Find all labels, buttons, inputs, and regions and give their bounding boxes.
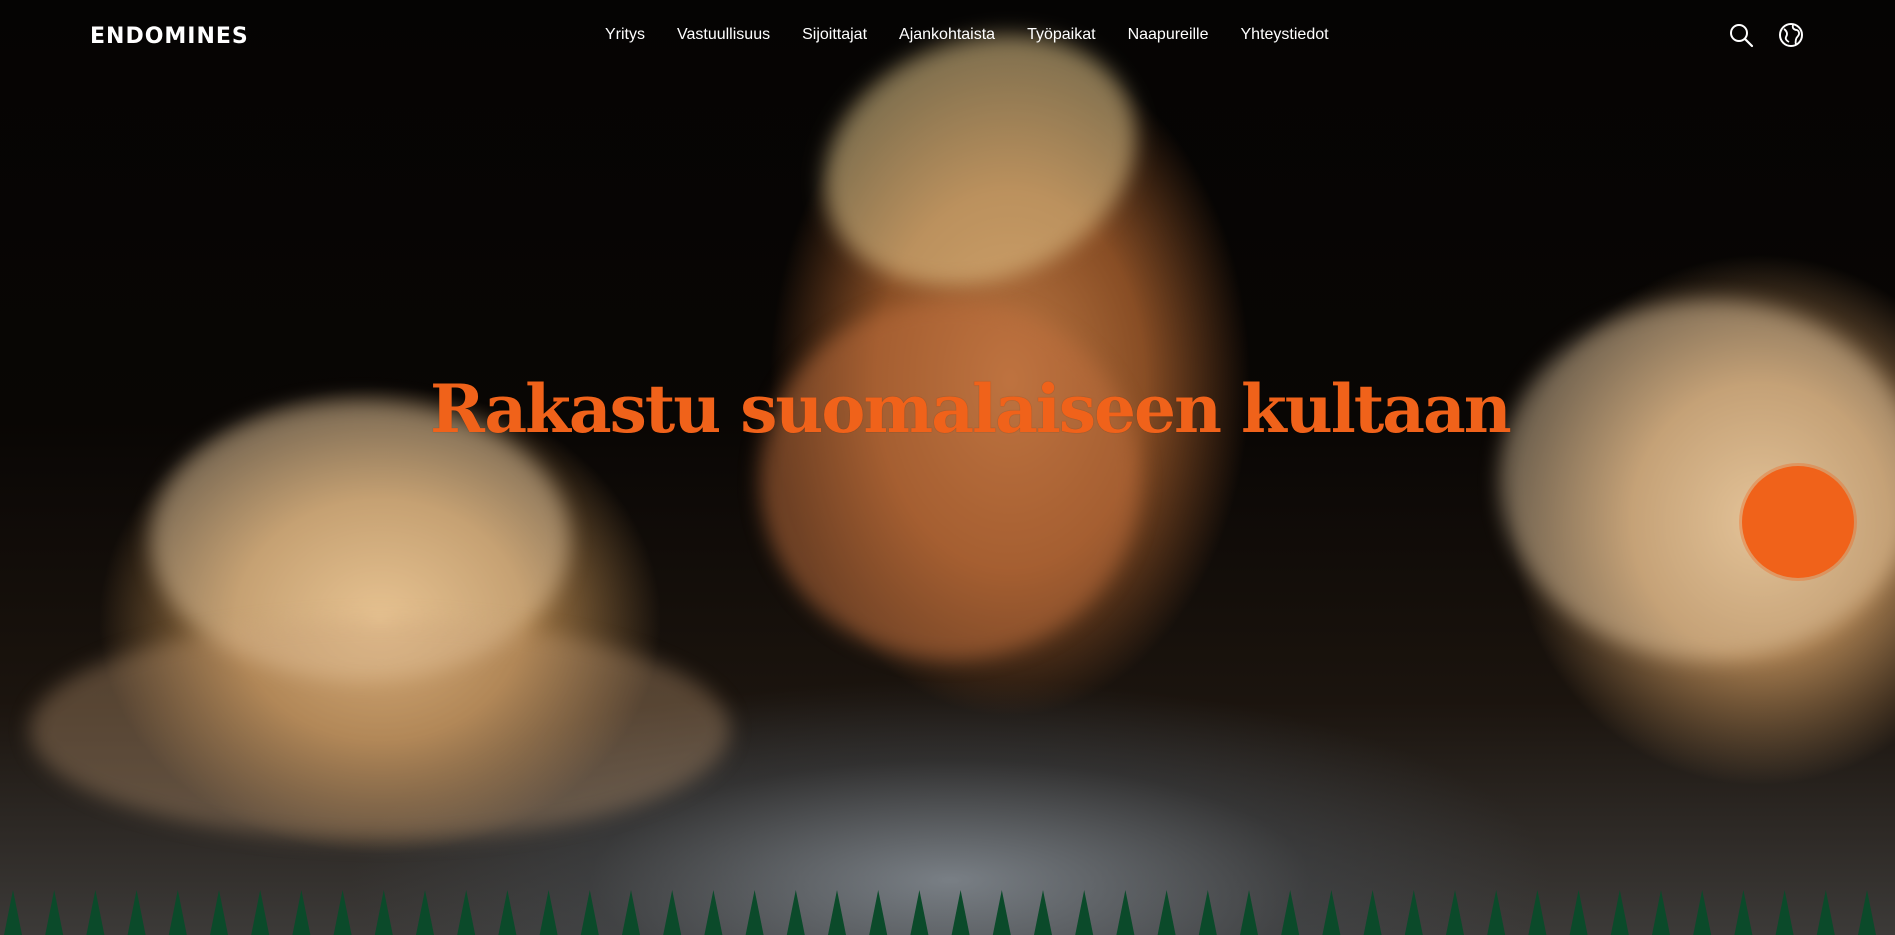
spike [1775, 890, 1794, 935]
spike [4, 890, 22, 935]
header-icons [1728, 22, 1804, 48]
spike [416, 890, 434, 935]
spike [292, 890, 311, 935]
nav-item-naapureille[interactable]: Naapureille [1128, 26, 1209, 44]
spike [168, 890, 187, 935]
spike [1034, 890, 1052, 935]
spike [1322, 890, 1341, 935]
spike [1198, 890, 1217, 935]
spike [210, 890, 228, 935]
spike [45, 890, 64, 935]
gold-nugget-center [760, 300, 1140, 660]
spike [704, 890, 723, 935]
language-button[interactable] [1778, 22, 1804, 48]
spike [910, 890, 929, 935]
spike [251, 890, 270, 935]
spike [1734, 890, 1753, 935]
spike [745, 890, 764, 935]
nav-item-yritys[interactable]: Yritys [605, 26, 645, 44]
nav-item-vastuullisuus[interactable]: Vastuullisuus [677, 26, 770, 44]
nav-item-tyopaikat[interactable]: Työpaikat [1027, 26, 1095, 44]
spike [580, 890, 599, 935]
spike [828, 890, 846, 935]
spike [1816, 890, 1835, 935]
spike [1116, 890, 1135, 935]
nav-item-sijoittajat[interactable]: Sijoittajat [802, 26, 867, 44]
spike [333, 890, 352, 935]
spike [1528, 890, 1547, 935]
spike [663, 890, 682, 935]
spike [1610, 890, 1629, 935]
spike [1652, 890, 1670, 935]
spike [786, 890, 805, 935]
spike [1404, 890, 1423, 935]
spike [1569, 890, 1588, 935]
spike [1240, 890, 1258, 935]
spike [457, 890, 476, 935]
spike [992, 890, 1011, 935]
spike [1446, 890, 1464, 935]
spike [498, 890, 517, 935]
spike [86, 890, 105, 935]
search-icon [1730, 24, 1754, 48]
spike [622, 890, 640, 935]
spike [539, 890, 558, 935]
spike [1363, 890, 1382, 935]
spike [951, 890, 970, 935]
spike [1075, 890, 1094, 935]
nav-item-yhteystiedot[interactable]: Yhteystiedot [1241, 26, 1329, 44]
spike [1281, 890, 1300, 935]
logo[interactable]: ENDOMINES [90, 24, 249, 49]
spike [1487, 890, 1506, 935]
hero-background [0, 0, 1895, 935]
nav-item-ajankohtaista[interactable]: Ajankohtaista [899, 26, 995, 44]
spike [127, 890, 146, 935]
cursor-follower-button[interactable] [1742, 466, 1854, 578]
gold-nugget-foreground [30, 620, 730, 840]
gold-nugget-highlight [788, 0, 1172, 328]
spike [374, 890, 393, 935]
spike [869, 890, 888, 935]
spike [1693, 890, 1712, 935]
bottom-spike-border [4, 890, 1876, 935]
spike [1157, 890, 1176, 935]
main-nav: Yritys Vastuullisuus Sijoittajat Ajankoh… [605, 26, 1361, 44]
spike [1858, 890, 1876, 935]
search-button[interactable] [1728, 22, 1754, 48]
hero-headline: Rakastu suomalaiseen kultaan [430, 370, 1512, 448]
globe-icon [1779, 23, 1803, 47]
